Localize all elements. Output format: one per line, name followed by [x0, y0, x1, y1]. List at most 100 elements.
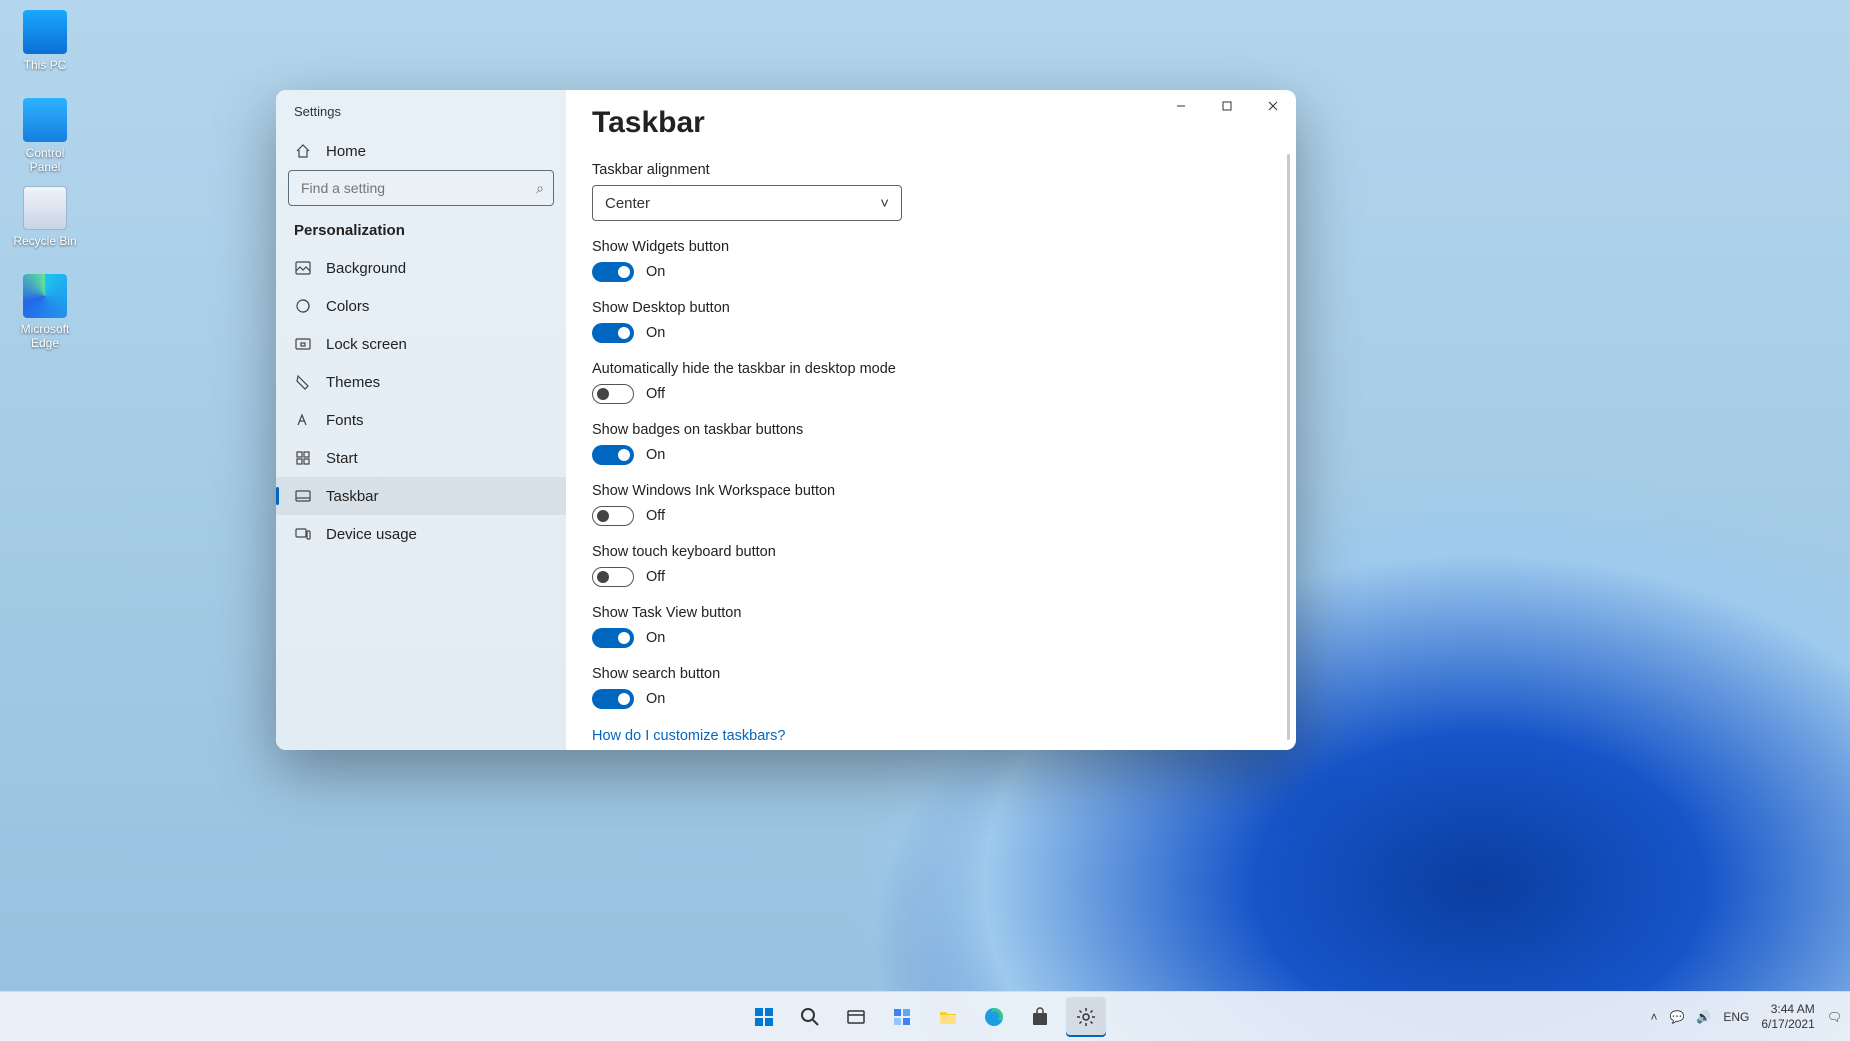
- setting-toggle: Show badges on taskbar buttons On: [592, 422, 1270, 465]
- help-link[interactable]: How do I customize taskbars?: [592, 728, 785, 744]
- toggle-label: Show Desktop button: [592, 300, 1270, 316]
- tray-time: 3:44 AM: [1761, 1002, 1814, 1016]
- tray-volume-icon[interactable]: 🔊: [1696, 1010, 1711, 1024]
- taskbar-start-button[interactable]: [744, 997, 784, 1037]
- file-explorer-icon: [938, 1007, 958, 1027]
- tray-chat-icon[interactable]: 💬: [1669, 1010, 1684, 1024]
- taskbar-center: [744, 997, 1106, 1037]
- search-input[interactable]: [288, 170, 554, 206]
- control-panel-icon: [23, 98, 67, 142]
- settings-window: Settings Home ⌕ Personalization Backgrou…: [276, 90, 1296, 750]
- sidebar-item-label: Themes: [326, 374, 380, 391]
- desktop-icon-label: This PC: [10, 58, 80, 72]
- sidebar-item-label: Fonts: [326, 412, 364, 429]
- desktop-icon-label: Microsoft Edge: [10, 322, 80, 350]
- home-icon: [294, 142, 312, 160]
- taskbar-file-explorer-button[interactable]: [928, 997, 968, 1037]
- toggle-switch[interactable]: [592, 262, 634, 282]
- toggle-state: Off: [646, 508, 665, 524]
- setting-toggle: Show Task View button On: [592, 605, 1270, 648]
- sidebar-item-themes[interactable]: Themes: [276, 363, 566, 401]
- toggle-label: Automatically hide the taskbar in deskto…: [592, 361, 1270, 377]
- device-usage-icon: [294, 525, 312, 543]
- toggle-switch[interactable]: [592, 689, 634, 709]
- colors-icon: [294, 297, 312, 315]
- themes-icon: [294, 373, 312, 391]
- setting-toggle: Show Windows Ink Workspace button Off: [592, 483, 1270, 526]
- widgets-icon: [892, 1007, 912, 1027]
- tray-lang[interactable]: ENG: [1723, 1010, 1749, 1024]
- toggle-switch[interactable]: [592, 323, 634, 343]
- settings-sidebar: Settings Home ⌕ Personalization Backgrou…: [276, 90, 566, 750]
- page-title: Taskbar: [592, 106, 1270, 140]
- desktop-icon-control-panel[interactable]: Control Panel: [10, 98, 80, 174]
- sidebar-item-label: Colors: [326, 298, 369, 315]
- taskbar-task-view-button[interactable]: [836, 997, 876, 1037]
- scrollbar[interactable]: [1287, 154, 1290, 740]
- tray-notifications-icon[interactable]: 🗨: [1827, 1010, 1842, 1024]
- toggle-state: On: [646, 447, 665, 463]
- taskbar: ˄ 💬 🔊 ENG 3:44 AM 6/17/2021 🗨: [0, 991, 1850, 1041]
- taskbar-edge-button[interactable]: [974, 997, 1014, 1037]
- fonts-icon: [294, 411, 312, 429]
- toggle-state: On: [646, 630, 665, 646]
- desktop: This PC Control Panel Recycle Bin Micros…: [0, 0, 1850, 1041]
- sidebar-item-taskbar[interactable]: Taskbar: [276, 477, 566, 515]
- start-icon: [294, 449, 312, 467]
- alignment-dropdown[interactable]: Center ˅: [592, 185, 902, 221]
- sidebar-item-background[interactable]: Background: [276, 249, 566, 287]
- this-pc-icon: [23, 10, 67, 54]
- app-title: Settings: [276, 104, 566, 132]
- toggle-switch[interactable]: [592, 445, 634, 465]
- search-icon: [800, 1007, 820, 1027]
- sidebar-item-colors[interactable]: Colors: [276, 287, 566, 325]
- taskbar-settings-button[interactable]: [1066, 997, 1106, 1037]
- toggle-label: Show Windows Ink Workspace button: [592, 483, 1270, 499]
- desktop-icon-edge[interactable]: Microsoft Edge: [10, 274, 80, 350]
- sidebar-home-label: Home: [326, 143, 366, 160]
- taskbar-widgets-button[interactable]: [882, 997, 922, 1037]
- desktop-icon-this-pc[interactable]: This PC: [10, 10, 80, 72]
- toggle-state: Off: [646, 386, 665, 402]
- settings-icon: [1076, 1007, 1096, 1027]
- setting-toggle: Show Desktop button On: [592, 300, 1270, 343]
- sidebar-home[interactable]: Home: [276, 132, 566, 170]
- setting-alignment: Taskbar alignment Center ˅: [592, 162, 1270, 221]
- taskbar-right: ˄ 💬 🔊 ENG 3:44 AM 6/17/2021 🗨: [1650, 1002, 1842, 1031]
- recycle-bin-icon: [23, 186, 67, 230]
- edge-icon: [984, 1007, 1004, 1027]
- toggle-switch[interactable]: [592, 384, 634, 404]
- toggle-state: On: [646, 691, 665, 707]
- sidebar-item-device-usage[interactable]: Device usage: [276, 515, 566, 553]
- tray-clock[interactable]: 3:44 AM 6/17/2021: [1761, 1002, 1814, 1031]
- toggle-state: On: [646, 264, 665, 280]
- toggle-label: Show Task View button: [592, 605, 1270, 621]
- sidebar-item-fonts[interactable]: Fonts: [276, 401, 566, 439]
- setting-toggle: Show Widgets buttonOn: [592, 239, 1270, 282]
- toggle-label: Show badges on taskbar buttons: [592, 422, 1270, 438]
- desktop-icon-recycle-bin[interactable]: Recycle Bin: [10, 186, 80, 248]
- taskbar-store-button[interactable]: [1020, 997, 1060, 1037]
- alignment-value: Center: [605, 195, 650, 212]
- toggle-label: Show touch keyboard button: [592, 544, 1270, 560]
- taskbar-icon: [294, 487, 312, 505]
- sidebar-item-start[interactable]: Start: [276, 439, 566, 477]
- sidebar-item-lock-screen[interactable]: Lock screen: [276, 325, 566, 363]
- desktop-icon-label: Recycle Bin: [10, 234, 80, 248]
- store-icon: [1030, 1007, 1050, 1027]
- taskbar-search-button[interactable]: [790, 997, 830, 1037]
- sidebar-item-label: Lock screen: [326, 336, 407, 353]
- background-icon: [294, 259, 312, 277]
- toggle-switch[interactable]: [592, 567, 634, 587]
- search-wrap: ⌕: [276, 170, 566, 216]
- tray-date: 6/17/2021: [1761, 1017, 1814, 1031]
- tray-chevron-icon[interactable]: ˄: [1650, 1010, 1657, 1024]
- toggle-label: Show search button: [592, 666, 1270, 682]
- desktop-icon-label: Control Panel: [10, 146, 80, 174]
- toggle-state: On: [646, 325, 665, 341]
- toggle-switch[interactable]: [592, 506, 634, 526]
- setting-toggle: Automatically hide the taskbar in deskto…: [592, 361, 1270, 404]
- lock-screen-icon: [294, 335, 312, 353]
- toggle-switch[interactable]: [592, 628, 634, 648]
- alignment-label: Taskbar alignment: [592, 162, 1270, 178]
